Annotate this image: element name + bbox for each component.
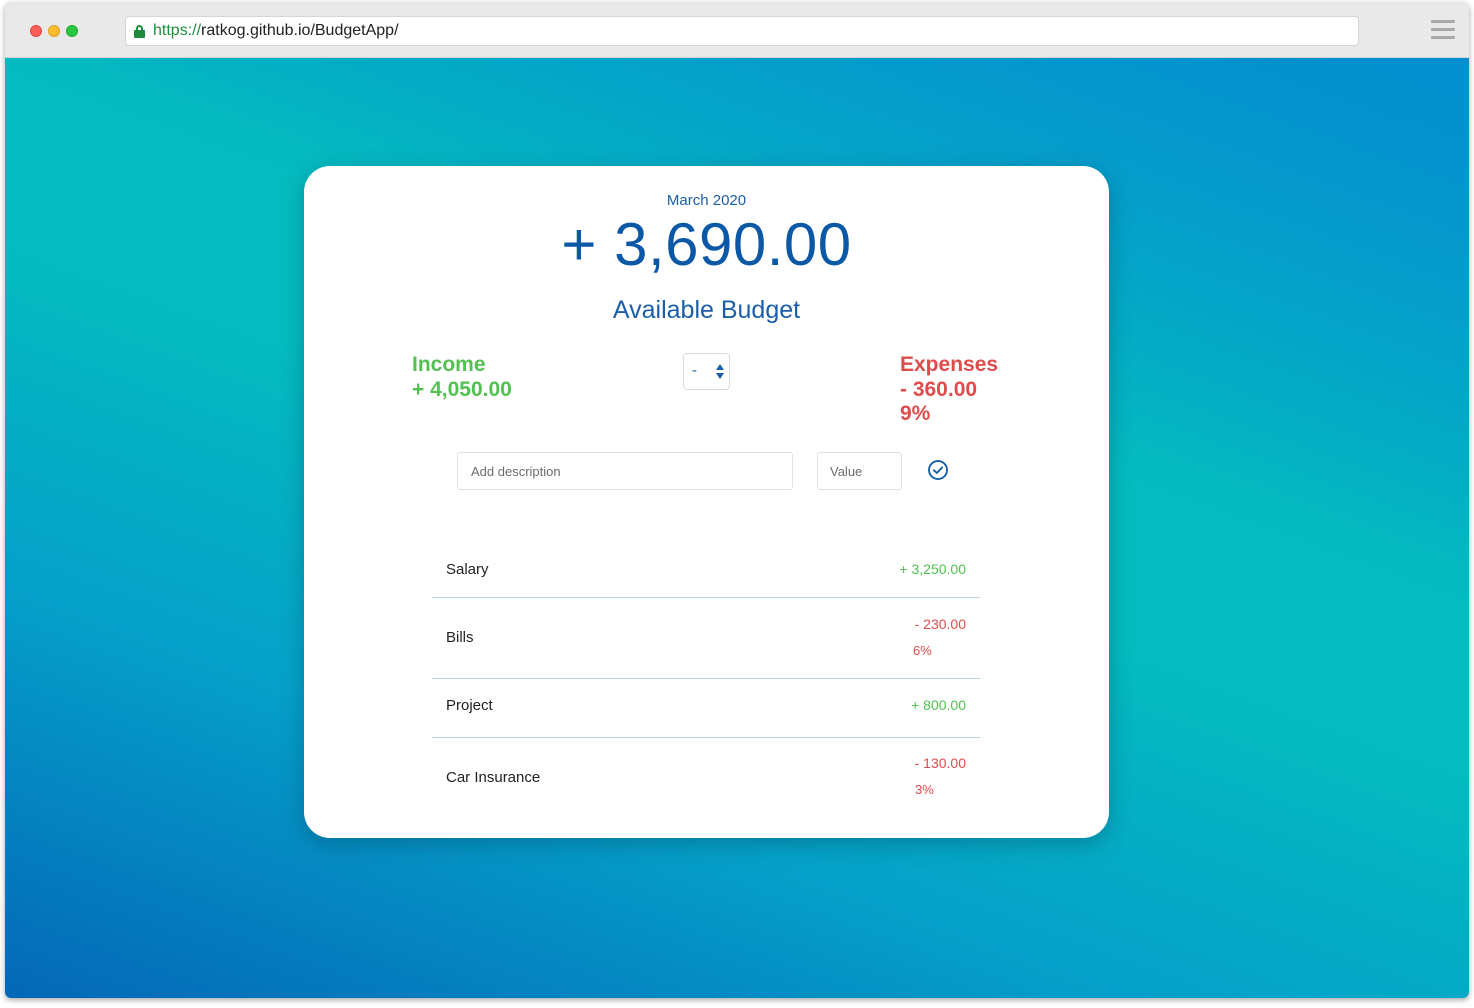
list-item: Car Insurance - 130.00 3%: [432, 737, 980, 818]
available-budget-label: Available Budget: [612, 296, 801, 324]
type-select-value: -: [692, 362, 697, 379]
expenses-percent: 9%: [900, 402, 931, 425]
item-description: Salary: [446, 561, 489, 578]
expenses-label: Expenses: [900, 353, 999, 376]
item-description: Car Insurance: [446, 769, 541, 786]
list-item: Bills - 230.00 6%: [432, 597, 980, 678]
item-percent: 6%: [913, 643, 932, 658]
page-viewport: March 2020 + 3,690.00 Available Budget I…: [5, 58, 1469, 998]
value-input[interactable]: [817, 452, 902, 490]
budget-card: March 2020 + 3,690.00 Available Budget I…: [304, 166, 1109, 838]
item-description: Bills: [446, 629, 474, 646]
list-item: Salary + 3,250.00: [432, 538, 980, 597]
income-value: + 4,050.00: [412, 378, 512, 401]
url-path: ratkog.github.io/BudgetApp/: [201, 22, 399, 39]
browser-toolbar: https://ratkog.github.io/BudgetApp/: [5, 2, 1469, 58]
item-percent: 3%: [915, 782, 934, 797]
description-input[interactable]: [457, 452, 793, 490]
item-description: Project: [446, 697, 493, 714]
close-window-button[interactable]: [30, 25, 42, 37]
menu-icon[interactable]: [1431, 20, 1455, 40]
item-amount: + 800.00: [911, 697, 966, 713]
transaction-list: Salary + 3,250.00 Bills - 230.00 6% Proj…: [432, 538, 980, 818]
item-amount: + 3,250.00: [899, 561, 966, 577]
maximize-window-button[interactable]: [66, 25, 78, 37]
available-budget-value: + 3,690.00: [561, 211, 852, 278]
type-select[interactable]: -: [683, 353, 730, 390]
item-amount: - 230.00: [914, 616, 966, 632]
url-scheme: https://: [153, 22, 202, 39]
add-button[interactable]: [927, 459, 949, 481]
minimize-window-button[interactable]: [48, 25, 60, 37]
lock-icon: [134, 24, 145, 38]
check-circle-icon: [928, 460, 948, 480]
list-item: Project + 800.00: [432, 678, 980, 737]
item-amount: - 130.00: [914, 755, 966, 771]
budget-month: March 2020: [666, 192, 747, 209]
income-label: Income: [412, 353, 486, 376]
expenses-value: - 360.00: [900, 378, 978, 401]
select-arrows-icon: [716, 364, 724, 380]
address-bar[interactable]: https://ratkog.github.io/BudgetApp/: [125, 16, 1359, 46]
browser-window: https://ratkog.github.io/BudgetApp/ Marc…: [5, 2, 1469, 998]
